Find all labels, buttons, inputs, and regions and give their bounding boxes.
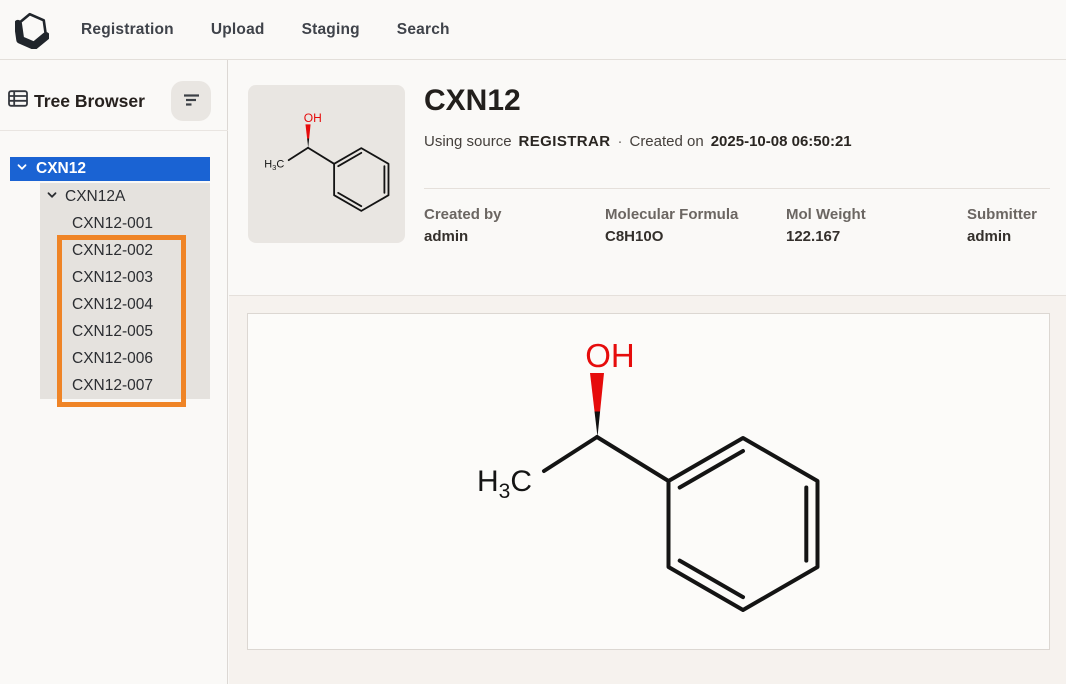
tree-item-label: CXN12	[36, 160, 86, 178]
nav-menu: Registration Upload Staging Search	[81, 21, 450, 39]
tree-item-leaf[interactable]: CXN12-005	[72, 318, 153, 345]
source-value: REGISTRAR	[519, 133, 611, 150]
tree-item-label: CXN12-005	[72, 323, 153, 341]
sidebar-header: Tree Browser	[0, 60, 228, 131]
tree-item-leaf[interactable]: CXN12-001	[72, 210, 153, 237]
compound-header: OH H3C CXN12 Using source REGISTRAR · Cr…	[229, 60, 1066, 296]
compound-body: OH H3C	[229, 296, 1066, 684]
tree-item-leaf[interactable]: CXN12-007	[72, 372, 153, 399]
molecule-drawing: OH H3C	[469, 339, 829, 624]
tree-item-label: CXN12-006	[72, 350, 153, 368]
tree-item-label: CXN12-007	[72, 377, 153, 395]
field-submitter: Submitter admin	[967, 206, 1037, 245]
tree-item-leaf[interactable]: CXN12-004	[72, 291, 153, 318]
nav-item-upload[interactable]: Upload	[211, 21, 265, 39]
tree-item-label: CXN12-001	[72, 215, 153, 233]
meta-separator: ·	[617, 133, 622, 150]
sort-tree-button[interactable]	[171, 81, 211, 121]
chevron-down-icon[interactable]	[46, 188, 58, 206]
structure-canvas: OH H3C	[247, 313, 1050, 650]
field-label: Created by	[424, 206, 502, 223]
molecule-thumbnail-drawing: OH H3C	[261, 112, 393, 216]
field-value: C8H10O	[605, 228, 738, 245]
hydroxyl-label: OH	[585, 339, 635, 374]
nav-item-search[interactable]: Search	[397, 21, 450, 39]
wedge-bond	[305, 124, 310, 147]
tree-item-leaf[interactable]: CXN12-003	[72, 264, 153, 291]
sort-icon	[182, 93, 200, 110]
app-window: Registration Upload Staging Search Tree …	[0, 0, 1066, 684]
methyl-label: H3C	[477, 465, 532, 503]
using-source-label: Using source	[424, 133, 512, 150]
field-created-by: Created by admin	[424, 206, 502, 245]
field-mol-weight: Mol Weight 122.167	[786, 206, 866, 245]
tree-item-leaf[interactable]: CXN12-002	[72, 237, 153, 264]
compound-title: CXN12	[424, 84, 521, 118]
nav-item-staging[interactable]: Staging	[302, 21, 360, 39]
field-value: admin	[967, 228, 1037, 245]
field-label: Molecular Formula	[605, 206, 738, 223]
sidebar-title: Tree Browser	[34, 91, 145, 112]
top-nav: Registration Upload Staging Search	[0, 0, 1066, 60]
header-divider	[424, 188, 1050, 189]
table-rows-icon	[8, 90, 28, 112]
tree-item-label: CXN12-004	[72, 296, 153, 314]
tree-item-child[interactable]: CXN12A	[46, 183, 125, 210]
tree-browser-sidebar: Tree Browser CXN12	[0, 60, 228, 684]
compound-meta: Using source REGISTRAR · Created on 2025…	[424, 133, 852, 150]
created-at-value: 2025-10-08 06:50:21	[711, 133, 852, 150]
methyl-label: H3C	[264, 158, 284, 172]
field-molecular-formula: Molecular Formula C8H10O	[605, 206, 738, 245]
chevron-down-icon[interactable]	[16, 160, 28, 178]
tree-item-root[interactable]: CXN12	[10, 157, 210, 181]
wedge-bond	[590, 373, 604, 437]
created-on-label: Created on	[629, 133, 703, 150]
field-label: Submitter	[967, 206, 1037, 223]
tree-item-label: CXN12A	[65, 188, 125, 206]
nav-item-registration[interactable]: Registration	[81, 21, 174, 39]
tree-item-label: CXN12-003	[72, 269, 153, 287]
hexagon-logo-icon[interactable]	[14, 10, 50, 50]
structure-thumbnail[interactable]: OH H3C	[248, 85, 405, 243]
field-value: admin	[424, 228, 502, 245]
tree-item-leaf[interactable]: CXN12-006	[72, 345, 153, 372]
tree-item-label: CXN12-002	[72, 242, 153, 260]
hydroxyl-label: OH	[303, 112, 321, 125]
field-value: 122.167	[786, 228, 866, 245]
field-label: Mol Weight	[786, 206, 866, 223]
compound-tree: CXN12 CXN12A CXN12-001 CXN12-002 CXN12-0…	[0, 131, 228, 684]
